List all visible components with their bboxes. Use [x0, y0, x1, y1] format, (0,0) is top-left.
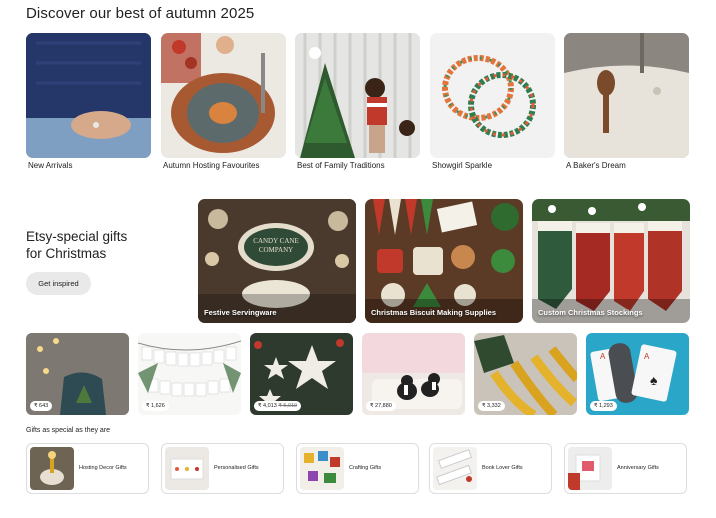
promo-card-label: Custom Christmas Stockings	[538, 308, 643, 317]
product-original-price: ₹ 5,019	[278, 403, 298, 409]
gift-category-anniversary[interactable]: Anniversary Gifts	[564, 443, 687, 494]
gift-category-book-lover[interactable]: Book Lover Gifts	[429, 443, 552, 494]
get-inspired-button[interactable]: Get inspired	[26, 272, 91, 295]
product-card[interactable]: ₹ 3,332	[474, 333, 577, 415]
promo-card-label: Festive Servingware	[204, 308, 277, 317]
gift-thumbnail	[300, 447, 344, 490]
product-price: ₹ 1,626	[146, 403, 165, 409]
gift-category-hosting-decor[interactable]: Hosting Decor Gifts	[26, 443, 149, 494]
svg-text:♠: ♠	[650, 372, 658, 388]
product-card[interactable]: A A ♠ ₹ 1,293	[586, 333, 689, 415]
section-heading-discover: Discover our best of autumn 2025	[26, 5, 255, 22]
product-card[interactable]: ₹ 4,013 ₹ 5,019	[250, 333, 353, 415]
product-price-badge: ₹ 1,626	[142, 401, 169, 411]
svg-text:CANDY CANE: CANDY CANE	[253, 237, 298, 245]
product-price: ₹ 4,013	[258, 403, 277, 409]
product-price-badge: ₹ 4,013 ₹ 5,019	[254, 401, 302, 411]
svg-text:A: A	[644, 352, 650, 361]
product-card[interactable]: ₹ 643	[26, 333, 129, 415]
category-card-new-arrivals[interactable]: New Arrivals	[26, 33, 151, 170]
gift-category-personalised[interactable]: Personalised Gifts	[161, 443, 284, 494]
gift-category-label: Book Lover Gifts	[482, 465, 523, 471]
category-label: A Baker's Dream	[566, 161, 626, 170]
product-price: ₹ 643	[34, 403, 49, 409]
category-label: Best of Family Traditions	[297, 161, 385, 170]
product-price-badge: ₹ 27,880	[366, 401, 396, 411]
gift-category-label: Personalised Gifts	[214, 465, 259, 471]
category-card-showgirl-sparkle[interactable]: Showgirl Sparkle	[430, 33, 555, 170]
product-price: ₹ 3,332	[482, 403, 501, 409]
promo-card-label: Christmas Biscuit Making Supplies	[371, 308, 497, 317]
gifts-section-title: Gifts as special as they are	[26, 427, 111, 434]
promo-card-festive-servingware[interactable]: CANDY CANE COMPANY Festive Servingware	[198, 199, 356, 323]
product-price-badge: ₹ 3,332	[478, 401, 505, 411]
category-image	[26, 33, 151, 158]
gift-thumbnail	[433, 447, 477, 490]
svg-text:A: A	[600, 352, 606, 361]
gift-thumbnail	[30, 447, 74, 490]
svg-text:COMPANY: COMPANY	[259, 246, 293, 254]
product-price-badge: ₹ 643	[30, 401, 53, 411]
category-card-bakers-dream[interactable]: A Baker's Dream	[564, 33, 689, 170]
product-card[interactable]: ₹ 27,880	[362, 333, 465, 415]
category-card-autumn-hosting[interactable]: Autumn Hosting Favourites	[161, 33, 286, 170]
category-label: Autumn Hosting Favourites	[163, 161, 260, 170]
promo-title-line1: Etsy-special gifts	[26, 229, 128, 244]
category-card-family-traditions[interactable]: Best of Family Traditions	[295, 33, 420, 170]
category-image	[295, 33, 420, 158]
category-label: New Arrivals	[28, 161, 73, 170]
promo-card-christmas-stockings[interactable]: Custom Christmas Stockings	[532, 199, 690, 323]
category-image	[564, 33, 689, 158]
category-image	[161, 33, 286, 158]
product-price: ₹ 27,880	[370, 403, 392, 409]
gift-category-label: Crafting Gifts	[349, 465, 382, 471]
promo-title: Etsy-special gifts for Christmas	[26, 228, 127, 262]
gift-thumbnail	[568, 447, 612, 490]
product-price-badge: ₹ 1,293	[590, 401, 617, 411]
promo-title-line2: for Christmas	[26, 246, 107, 261]
product-card[interactable]: ₹ 1,626	[138, 333, 241, 415]
gift-category-label: Hosting Decor Gifts	[79, 465, 127, 471]
gift-category-crafting[interactable]: Crafting Gifts	[296, 443, 419, 494]
gift-thumbnail	[165, 447, 209, 490]
promo-card-biscuit-supplies[interactable]: Christmas Biscuit Making Supplies	[365, 199, 523, 323]
product-price: ₹ 1,293	[594, 403, 613, 409]
category-image	[430, 33, 555, 158]
gift-category-label: Anniversary Gifts	[617, 465, 659, 471]
category-label: Showgirl Sparkle	[432, 161, 493, 170]
